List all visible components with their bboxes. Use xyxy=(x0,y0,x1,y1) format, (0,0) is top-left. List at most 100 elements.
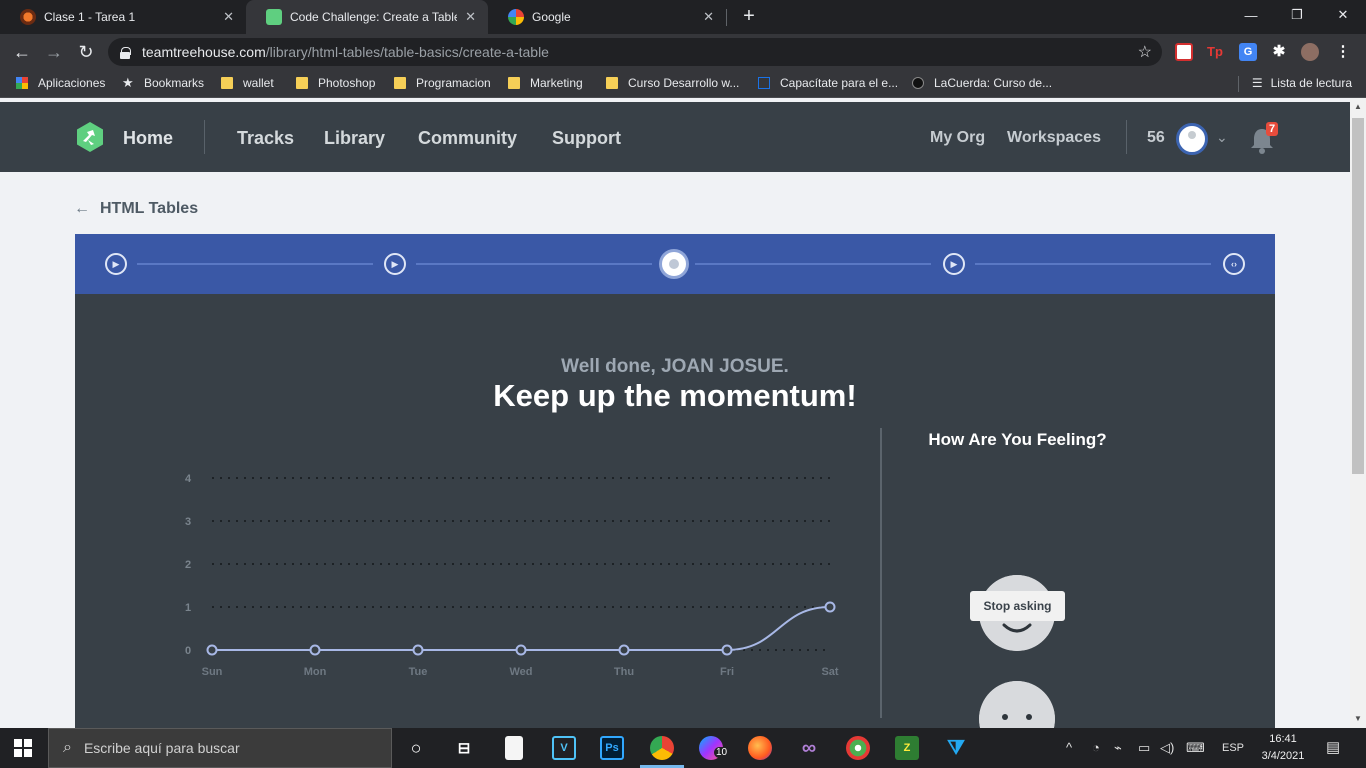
bookmark-capacitate[interactable]: Capacítate para el e... xyxy=(758,76,898,90)
x-tick-label: Thu xyxy=(614,666,634,678)
bookmark-wallet[interactable]: wallet xyxy=(221,76,274,90)
tray-expand-icon[interactable]: ^ xyxy=(1066,740,1072,755)
filezilla-icon[interactable]: Z xyxy=(895,736,919,760)
sad-face-icon[interactable] xyxy=(979,681,1055,728)
bookmark-apps[interactable]: Aplicaciones xyxy=(16,76,105,90)
nav-tracks[interactable]: Tracks xyxy=(237,128,294,149)
browser-tab-strip: Clase 1 - Tarea 1 ✕ Code Challenge: Crea… xyxy=(0,0,1366,34)
user-avatar[interactable] xyxy=(1176,123,1208,155)
system-clock[interactable]: 16:41 3/4/2021 xyxy=(1252,731,1314,765)
bookmark-star-icon[interactable]: ☆ xyxy=(1138,42,1152,62)
stop-asking-button[interactable]: Stop asking xyxy=(970,591,1065,621)
forward-arrow-icon[interactable]: → xyxy=(42,40,66,64)
new-tab-icon[interactable]: + xyxy=(738,5,760,28)
language-indicator[interactable]: ESP xyxy=(1222,742,1244,754)
extension-shield-icon[interactable] xyxy=(1175,43,1193,61)
tab-title: Clase 1 - Tarea 1 xyxy=(44,10,136,24)
nav-community[interactable]: Community xyxy=(418,128,517,149)
task-view-icon[interactable]: ⊟ xyxy=(452,736,476,760)
feeling-title: How Are You Feeling? xyxy=(928,430,1107,449)
step-current-challenge[interactable] xyxy=(659,249,689,279)
chevron-down-icon[interactable]: ⌄ xyxy=(1216,129,1228,146)
search-placeholder: Escribe aquí para buscar xyxy=(83,740,240,756)
extensions-puzzle-icon[interactable]: ✱ xyxy=(1270,43,1288,61)
scroll-down-arrow-icon[interactable]: ▼ xyxy=(1354,714,1362,723)
tab-favicon-icon xyxy=(20,9,36,25)
translate-extension-icon[interactable]: G xyxy=(1239,43,1257,61)
keyboard-icon[interactable]: ⌨ xyxy=(1186,740,1205,756)
url-host: teamtreehouse.com xyxy=(142,44,266,60)
search-icon: ⌕ xyxy=(63,739,72,756)
header-divider xyxy=(204,120,205,154)
step-video-play-icon[interactable]: ▶ xyxy=(943,253,965,275)
star-icon: ★ xyxy=(122,75,134,90)
treehouse-favicon-icon xyxy=(266,9,282,25)
bookmark-marketing[interactable]: Marketing xyxy=(508,76,583,90)
google-favicon-icon xyxy=(508,9,524,25)
step-code-icon[interactable]: ‹› xyxy=(1223,253,1245,275)
close-tab-icon[interactable]: ✕ xyxy=(223,9,234,25)
folder-icon xyxy=(394,77,406,89)
windows-start-icon[interactable] xyxy=(14,739,32,757)
battery-icon[interactable]: ▭ xyxy=(1138,740,1150,756)
bookmark-lacuerda[interactable]: LaCuerda: Curso de... xyxy=(912,76,1052,90)
well-done-message: Well done, JOAN JOSUE. xyxy=(561,356,789,377)
reading-list-button[interactable]: ☰ Lista de lectura xyxy=(1252,76,1352,90)
stepper-line xyxy=(695,263,931,265)
notifications-center-icon[interactable]: ▤ xyxy=(1326,738,1340,756)
nav-library[interactable]: Library xyxy=(324,128,385,149)
close-tab-icon[interactable]: ✕ xyxy=(703,9,714,25)
step-video-play-icon[interactable]: ▶ xyxy=(384,253,406,275)
volume-icon[interactable]: ◁) xyxy=(1160,740,1174,756)
nav-home[interactable]: Home xyxy=(123,128,173,149)
chrome-taskbar-icon[interactable] xyxy=(650,736,674,760)
x-tick-label: Wed xyxy=(509,666,532,678)
back-to-course-link[interactable]: ← HTML Tables xyxy=(74,200,198,218)
x-tick-label: Tue xyxy=(409,666,428,678)
bookmark-programacion[interactable]: Programacion xyxy=(394,76,491,90)
chart-series-line xyxy=(212,606,831,651)
browser-menu-icon[interactable]: ⋮ xyxy=(1334,43,1352,61)
scroll-up-arrow-icon[interactable]: ▲ xyxy=(1354,102,1362,111)
tab-clase[interactable]: Clase 1 - Tarea 1 ✕ xyxy=(0,0,246,34)
network-icon[interactable]: ⌁ xyxy=(1114,740,1122,756)
treehouse-logo-icon[interactable] xyxy=(74,121,106,153)
bookmark-curso[interactable]: Curso Desarrollo w... xyxy=(606,76,739,90)
tab-google[interactable]: Google ✕ xyxy=(488,0,726,34)
close-window-icon[interactable]: ✕ xyxy=(1320,0,1366,30)
notification-badge: 7 xyxy=(1266,122,1279,136)
opera-app-icon[interactable] xyxy=(846,736,870,760)
taskbar-search-box[interactable]: ⌕ Escribe aquí para buscar xyxy=(48,728,392,768)
bookmark-site-icon xyxy=(758,77,770,89)
close-tab-icon[interactable]: ✕ xyxy=(465,9,476,25)
notepad-icon[interactable] xyxy=(505,736,523,760)
chart-data-point xyxy=(515,644,527,656)
visual-studio-icon[interactable]: ∞ xyxy=(797,736,821,760)
firefox-icon[interactable] xyxy=(748,736,772,760)
nav-workspaces[interactable]: Workspaces xyxy=(1007,129,1101,147)
restore-icon[interactable]: ❐ xyxy=(1274,0,1320,30)
completion-panel: Well done, JOAN JOSUE. Keep up the momen… xyxy=(75,294,1275,728)
extension-tp-icon[interactable]: Tp xyxy=(1206,43,1224,61)
nav-my-org[interactable]: My Org xyxy=(930,129,985,147)
profile-avatar-icon[interactable] xyxy=(1301,43,1319,61)
vegas-app-icon[interactable]: V xyxy=(552,736,576,760)
wifi-icon[interactable]: ◔ xyxy=(1092,740,1100,755)
page-scrollbar[interactable]: ▲ ▼ xyxy=(1350,98,1366,728)
scrollbar-thumb[interactable] xyxy=(1352,118,1364,474)
vscode-icon[interactable]: ⧩ xyxy=(944,736,968,760)
step-video-play-icon[interactable]: ▶ xyxy=(105,253,127,275)
nav-support[interactable]: Support xyxy=(552,128,621,149)
cortana-icon[interactable]: ○ xyxy=(404,736,428,760)
photoshop-icon[interactable]: Ps xyxy=(600,736,624,760)
chart-data-point xyxy=(309,644,321,656)
minimize-icon[interactable]: — xyxy=(1228,0,1274,30)
stepper-line xyxy=(975,263,1211,265)
tab-code-challenge[interactable]: Code Challenge: Create a Table ✕ xyxy=(246,0,488,34)
bookmark-photoshop[interactable]: Photoshop xyxy=(296,76,375,90)
address-bar[interactable]: teamtreehouse.com/library/html-tables/ta… xyxy=(108,38,1162,66)
back-arrow-icon[interactable]: ← xyxy=(10,40,34,64)
bookmark-bookmarks[interactable]: ★ Bookmarks xyxy=(122,76,204,90)
bookmark-label: wallet xyxy=(243,76,274,90)
reload-icon[interactable]: ↻ xyxy=(74,40,98,64)
